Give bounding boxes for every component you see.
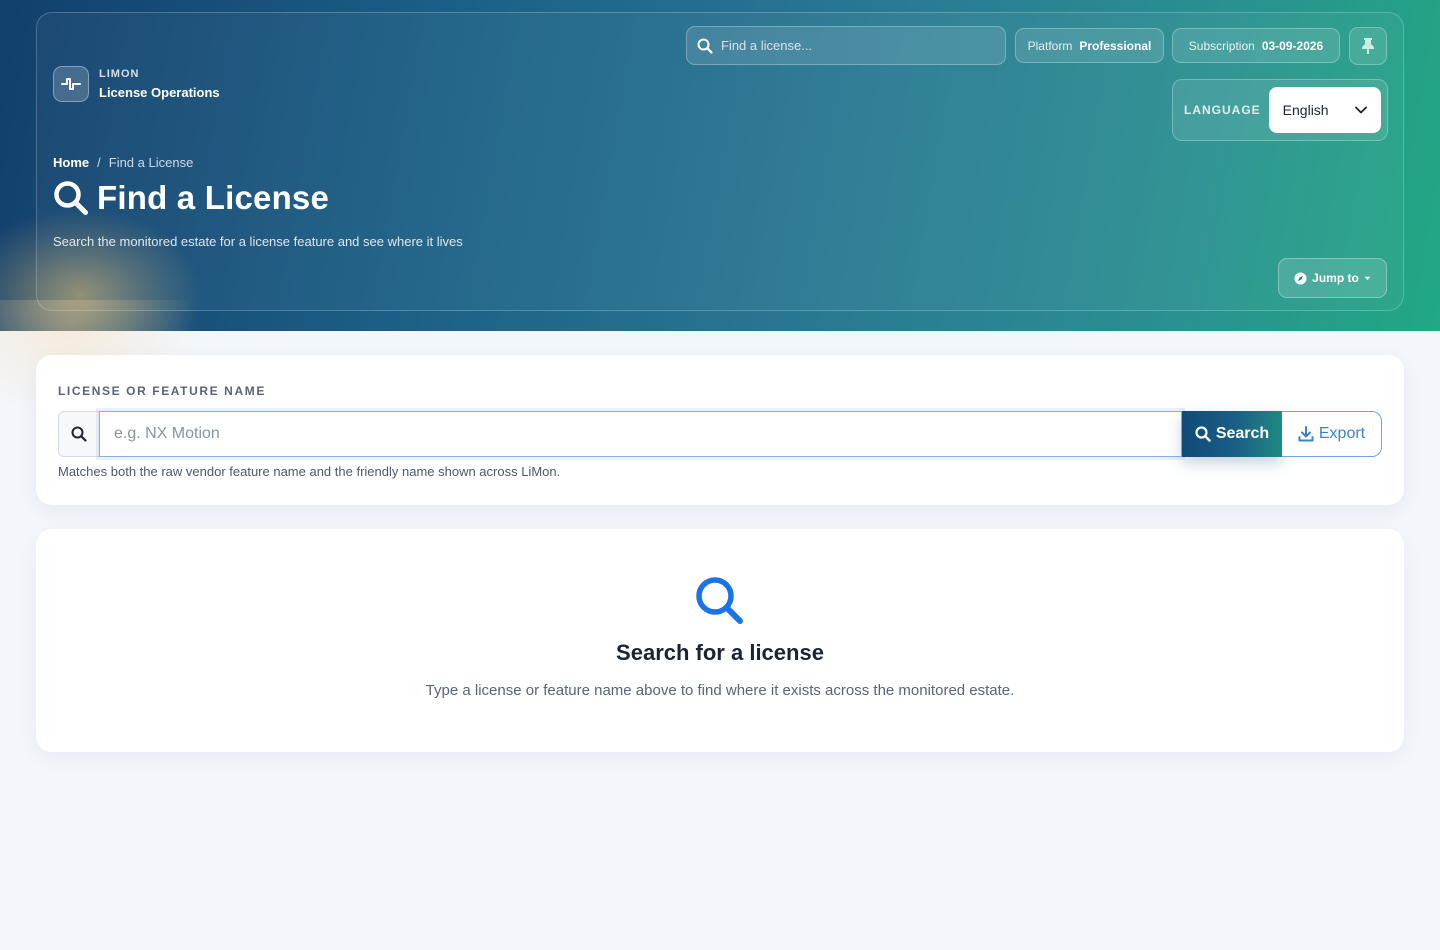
top-search-box[interactable] xyxy=(686,26,1006,65)
jump-to-button[interactable]: Jump to xyxy=(1278,258,1387,298)
top-search-input[interactable] xyxy=(721,38,991,53)
search-help-text: Matches both the raw vendor feature name… xyxy=(58,464,561,479)
license-search-input[interactable] xyxy=(99,411,1182,457)
breadcrumb-separator: / xyxy=(97,155,101,170)
export-button-label: Export xyxy=(1318,425,1366,442)
search-icon xyxy=(696,577,743,624)
hero-banner: LIMON License Operations Platform Profes… xyxy=(0,0,1440,331)
jump-to-label: Jump to xyxy=(1312,271,1359,285)
empty-state-text: Type a license or feature name above to … xyxy=(425,682,1015,699)
language-select[interactable]: English xyxy=(1268,87,1381,133)
export-button[interactable]: Export xyxy=(1282,411,1382,457)
empty-state-title: Search for a license xyxy=(616,640,824,665)
language-selector: LANGUAGE English xyxy=(1172,79,1388,141)
language-selected-value: English xyxy=(1282,102,1329,118)
page-title: Find a License xyxy=(53,179,329,217)
platform-badge: Platform Professional xyxy=(1015,28,1164,63)
brand[interactable]: LIMON License Operations xyxy=(53,66,220,102)
page-title-text: Find a License xyxy=(97,179,330,216)
brand-app-name: License Operations xyxy=(99,85,220,100)
search-icon xyxy=(54,181,88,215)
breadcrumb-home[interactable]: Home xyxy=(53,155,89,170)
empty-state-card: Search for a license Type a license or f… xyxy=(36,529,1404,752)
download-icon xyxy=(1298,426,1314,442)
pin-icon xyxy=(1362,38,1374,54)
pulse-icon xyxy=(53,66,89,102)
hero-card: LIMON License Operations Platform Profes… xyxy=(36,12,1404,311)
page-subtitle: Search the monitored estate for a licens… xyxy=(53,234,463,249)
input-addon xyxy=(58,411,99,457)
platform-label: Platform xyxy=(1027,38,1073,53)
search-icon xyxy=(1195,426,1211,442)
subscription-value: 03-09-2026 xyxy=(1261,38,1324,53)
search-button[interactable]: Search xyxy=(1182,411,1282,457)
compass-icon xyxy=(1294,271,1307,285)
license-search-group: Search Export xyxy=(58,411,1382,457)
chevron-down-icon xyxy=(1354,106,1367,114)
platform-value: Professional xyxy=(1079,38,1152,53)
search-button-label: Search xyxy=(1215,425,1270,442)
subscription-badge: Subscription 03-09-2026 xyxy=(1172,28,1340,63)
breadcrumb-current: Find a License xyxy=(108,155,194,170)
language-label: LANGUAGE xyxy=(1184,103,1261,117)
pin-button[interactable] xyxy=(1349,27,1387,65)
caret-down-icon xyxy=(1364,276,1371,280)
subscription-label: Subscription xyxy=(1188,38,1255,53)
search-card: LICENSE OR FEATURE NAME Search Export Ma… xyxy=(36,355,1404,505)
search-icon xyxy=(697,38,713,54)
license-field-label: LICENSE OR FEATURE NAME xyxy=(58,384,266,398)
breadcrumb: Home / Find a License xyxy=(53,155,193,170)
brand-eyebrow: LIMON xyxy=(99,68,140,80)
search-icon xyxy=(71,426,87,442)
